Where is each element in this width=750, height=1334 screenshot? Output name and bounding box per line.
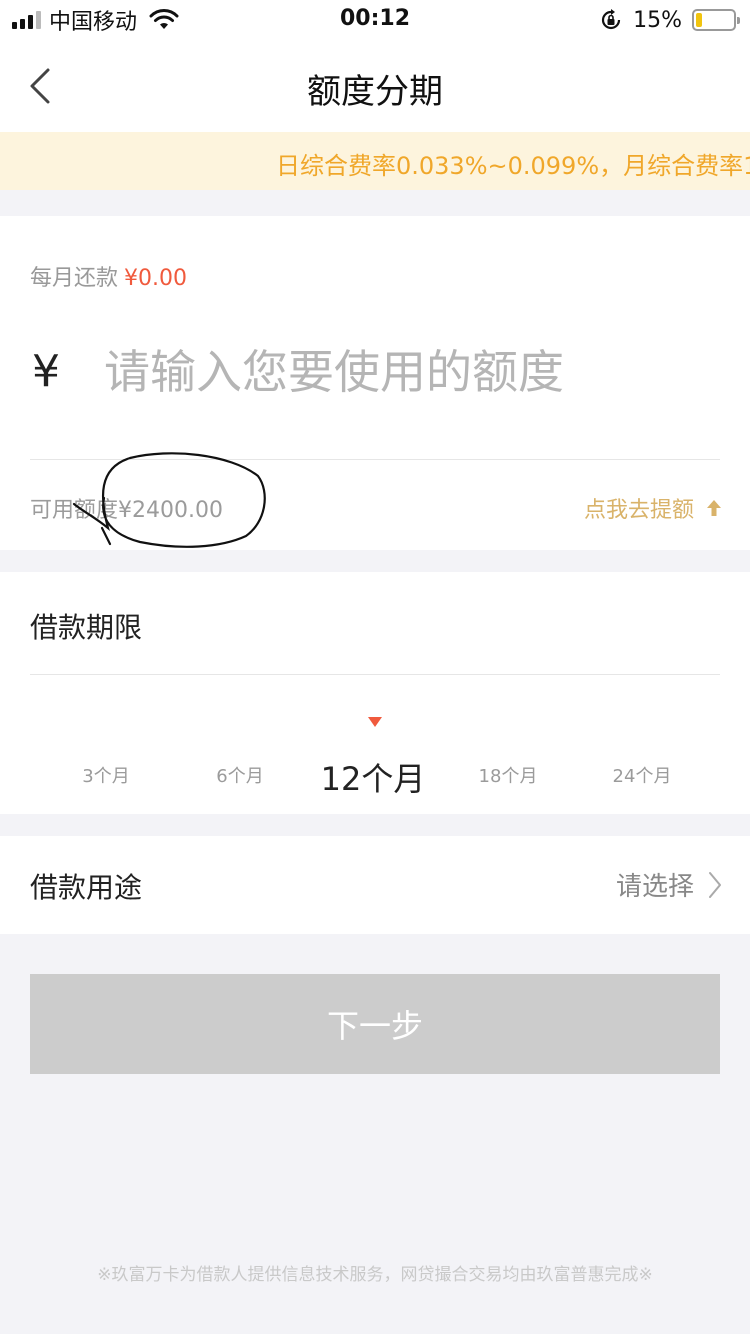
amount-input[interactable]	[104, 340, 714, 404]
loan-purpose-selector[interactable]: 请选择	[616, 866, 722, 903]
term-option-3[interactable]: 3个月	[46, 762, 166, 788]
battery-percent: 15%	[633, 7, 682, 33]
currency-symbol: ¥	[32, 346, 60, 397]
raise-limit-label: 点我去提额	[583, 498, 694, 523]
battery-icon	[692, 9, 740, 31]
term-option-18[interactable]: 18个月	[448, 762, 568, 788]
divider	[30, 459, 720, 460]
selection-pointer-icon	[368, 717, 382, 727]
term-option-6[interactable]: 6个月	[180, 762, 300, 788]
rate-notice-text: 日综合费率0.033%~0.099%，月综合费率1%	[276, 152, 750, 180]
rotation-lock-icon	[602, 9, 621, 30]
monthly-payment-label: 每月还款	[30, 266, 119, 291]
raise-limit-link[interactable]: 点我去提额	[584, 492, 722, 524]
loan-purpose-title: 借款用途	[30, 871, 143, 904]
page-title: 额度分期	[307, 72, 443, 112]
available-credit: 可用额度¥2400.00	[30, 498, 223, 523]
loan-purpose-value: 请选择	[615, 872, 694, 902]
status-right: 15%	[599, 6, 740, 34]
term-option-24[interactable]: 24个月	[582, 762, 702, 788]
arrow-up-icon	[707, 500, 721, 516]
rate-notice-banner: 日综合费率0.033%~0.099%，月综合费率1%	[0, 132, 750, 190]
monthly-payment-value: ¥0.00	[124, 266, 187, 291]
loan-term-title: 借款期限	[30, 611, 143, 644]
chevron-right-icon	[709, 871, 721, 898]
amount-card: 每月还款¥0.00 ¥ 可用额度¥2400.00 点我去提额	[0, 216, 750, 550]
next-step-button[interactable]: 下一步	[30, 974, 720, 1074]
loan-purpose-row[interactable]: 借款用途 请选择	[0, 836, 750, 934]
nav-bar: 额度分期	[0, 40, 750, 132]
loan-term-card: 借款期限 3个月 6个月 12个月 18个月 24个月	[0, 572, 750, 814]
status-bar: 中国移动 00:12 15%	[0, 0, 750, 40]
footer-disclaimer: ※玖富万卡为借款人提供信息技术服务，网贷撮合交易均由玖富普惠完成※	[97, 1265, 653, 1285]
term-option-12[interactable]: 12个月	[313, 754, 433, 800]
divider	[30, 674, 720, 675]
monthly-payment: 每月还款 ¥0.00	[30, 260, 187, 292]
